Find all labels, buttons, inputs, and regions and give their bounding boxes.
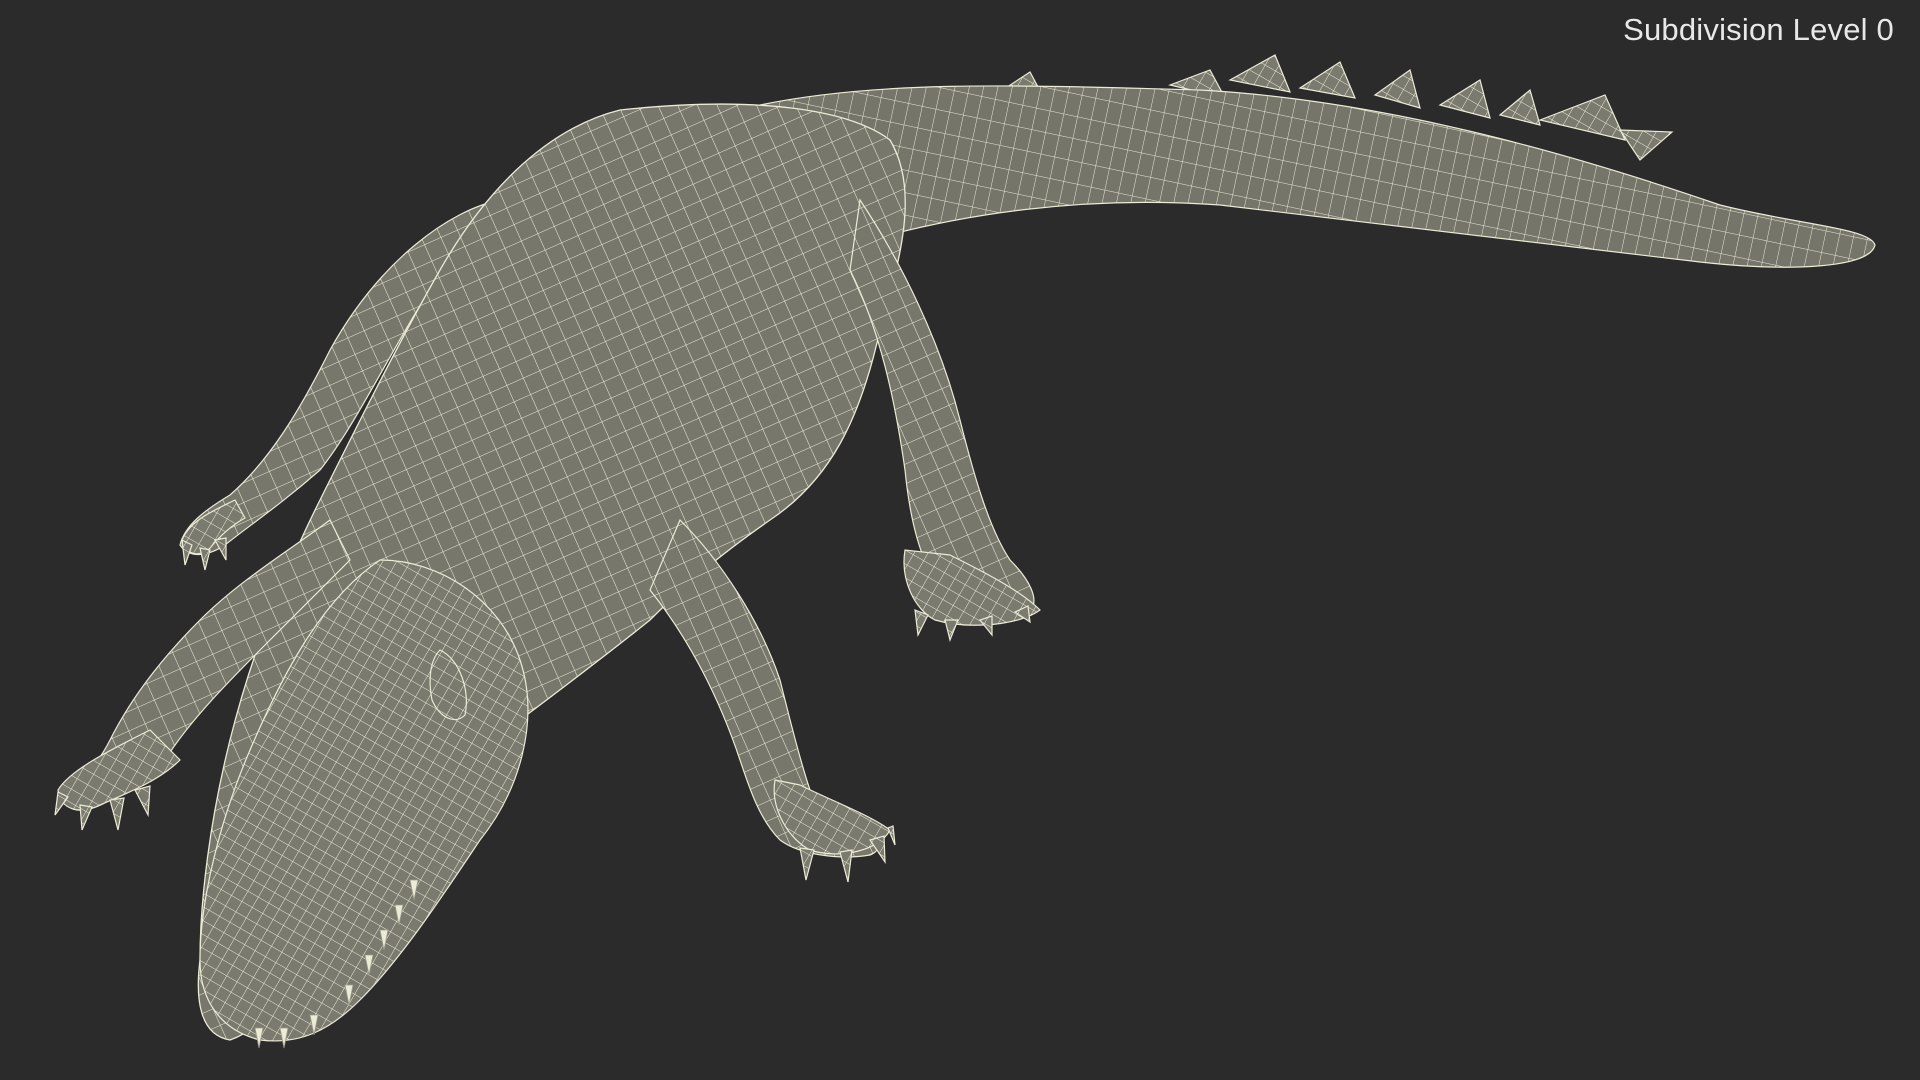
front-right-foot [773, 779, 896, 883]
render-viewport: Subdivision Level 0 [0, 0, 1920, 1080]
tail [759, 85, 1876, 268]
back-right-leg [849, 198, 1035, 616]
crocodile-wireframe-model [54, 54, 1876, 1049]
